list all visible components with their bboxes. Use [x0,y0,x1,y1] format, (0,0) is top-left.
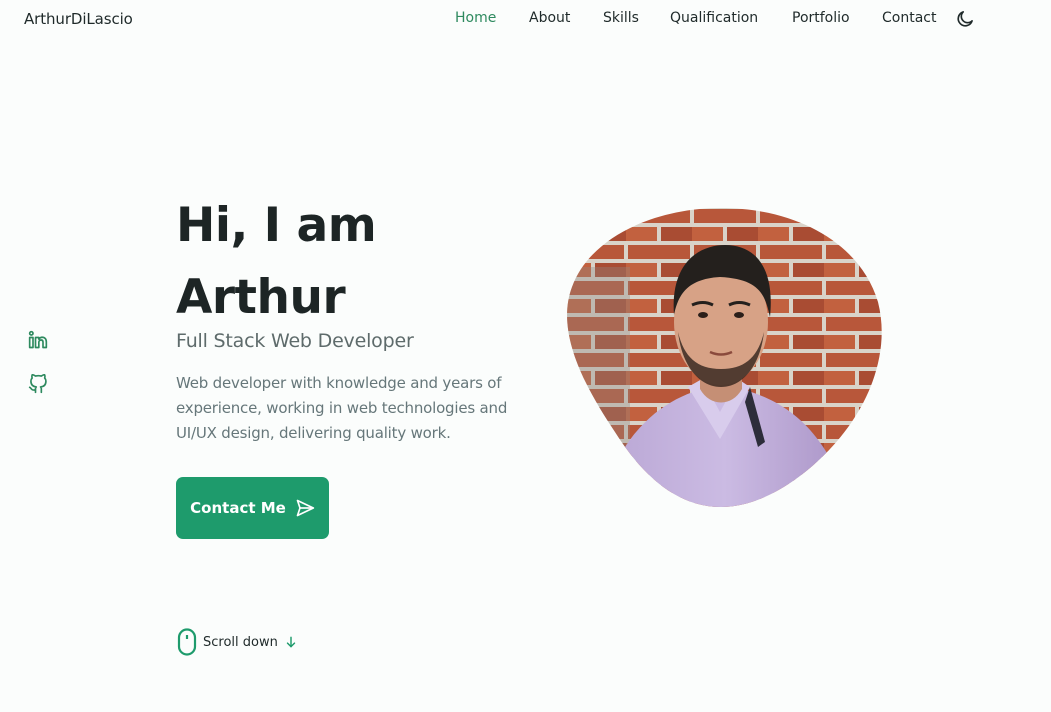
nav-link-qualification[interactable]: Qualification [670,10,758,26]
github-icon[interactable] [28,373,48,394]
hero-title: Hi, I am Arthur [176,190,506,334]
social-links [28,330,48,394]
nav-link-skills[interactable]: Skills [603,10,639,26]
mouse-icon [177,628,197,656]
contact-me-label: Contact Me [190,499,286,517]
main-nav: Home About Skills Qualification Portfoli… [0,10,1051,30]
hero-title-line1: Hi, I am [176,198,377,253]
hero-description: Web developer with knowledge and years o… [176,374,508,442]
page: ArthurDiLascio Home About Skills Qualifi… [0,0,1051,712]
nav-link-contact[interactable]: Contact [882,10,936,26]
contact-me-button[interactable]: Contact Me [176,477,329,539]
scroll-down-label: Scroll down [203,634,278,650]
send-icon [296,499,314,517]
hero-subtitle: Full Stack Web Developer [176,330,414,352]
moon-icon[interactable] [955,9,975,29]
linkedin-icon[interactable] [28,330,48,350]
nav-link-home[interactable]: Home [455,10,496,26]
nav-link-about[interactable]: About [529,10,570,26]
scroll-down-link[interactable]: Scroll down [177,628,298,656]
hero-title-name: Arthur [176,270,346,325]
nav-link-portfolio[interactable]: Portfolio [792,10,850,26]
profile-photo [560,207,882,509]
arrow-down-icon [286,636,296,648]
